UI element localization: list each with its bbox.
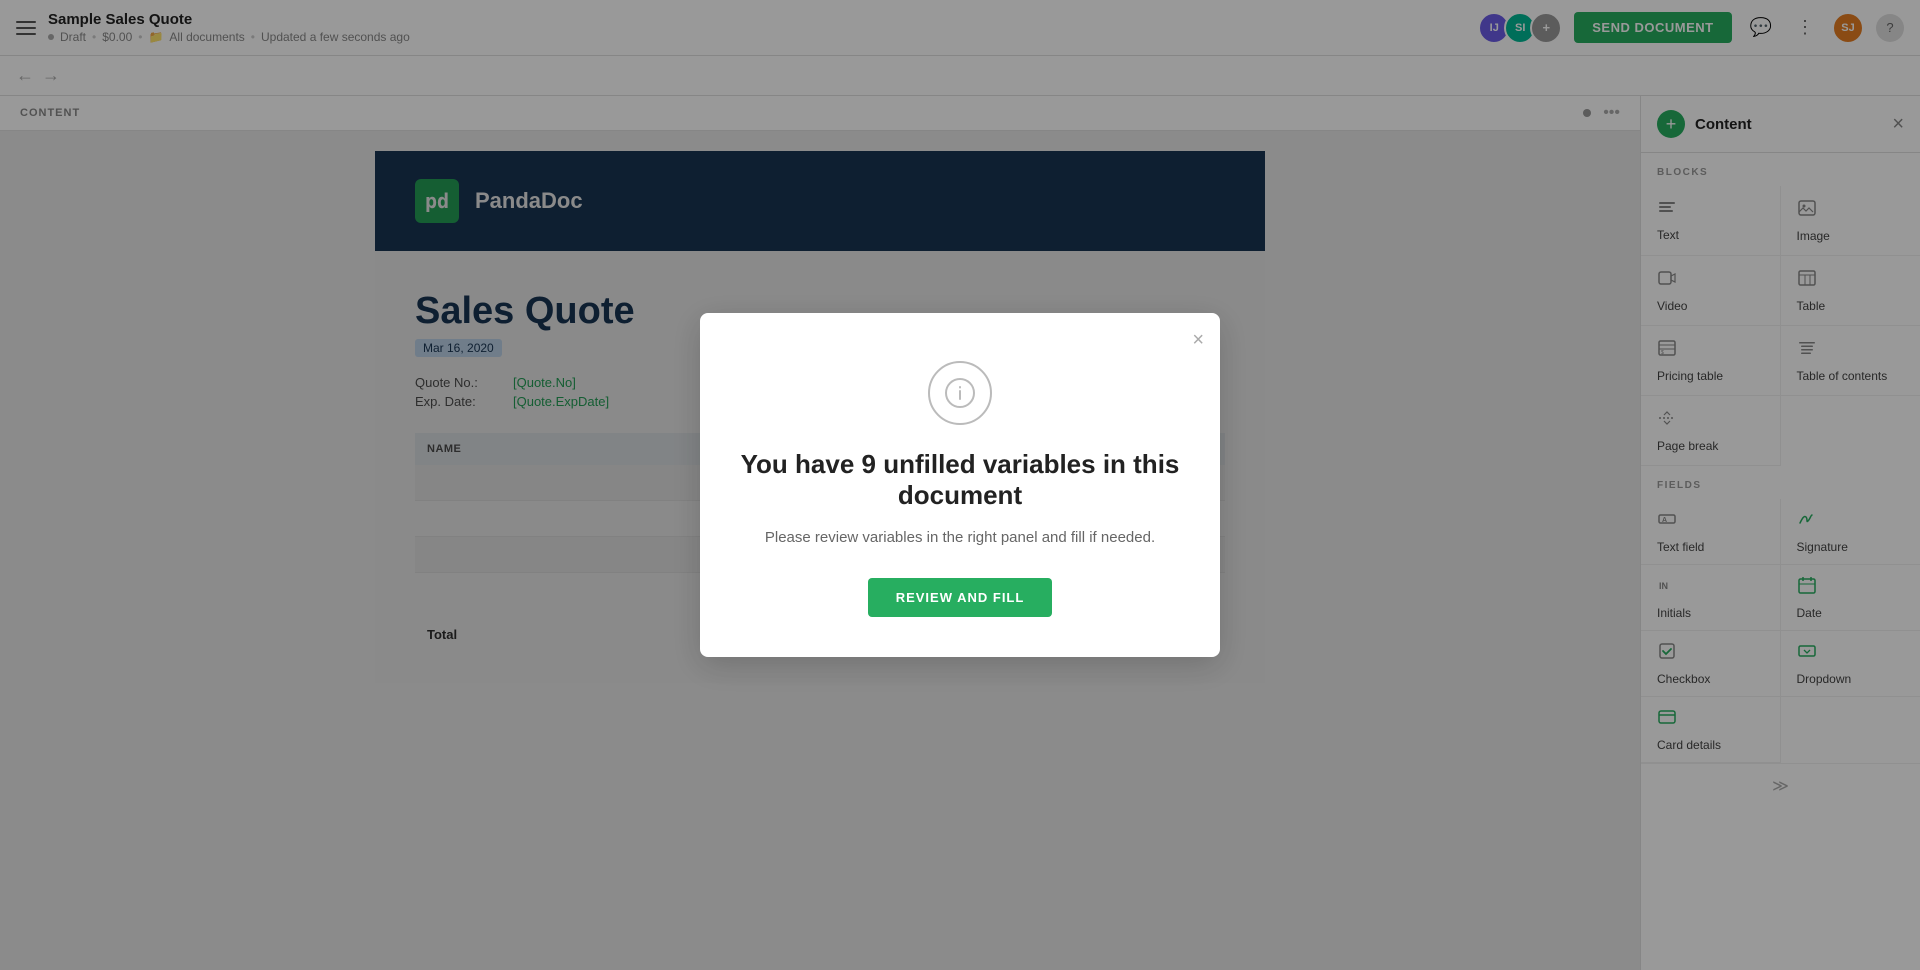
modal-title: You have 9 unfilled variables in this do…	[740, 449, 1180, 511]
review-fill-button[interactable]: REVIEW AND FILL	[868, 578, 1053, 617]
modal-overlay: × You have 9 unfilled variables in this …	[0, 0, 1920, 970]
modal-description: Please review variables in the right pan…	[740, 527, 1180, 550]
modal-close-button[interactable]: ×	[1192, 329, 1204, 352]
modal-dialog: × You have 9 unfilled variables in this …	[700, 313, 1220, 657]
modal-info-icon	[928, 361, 992, 425]
